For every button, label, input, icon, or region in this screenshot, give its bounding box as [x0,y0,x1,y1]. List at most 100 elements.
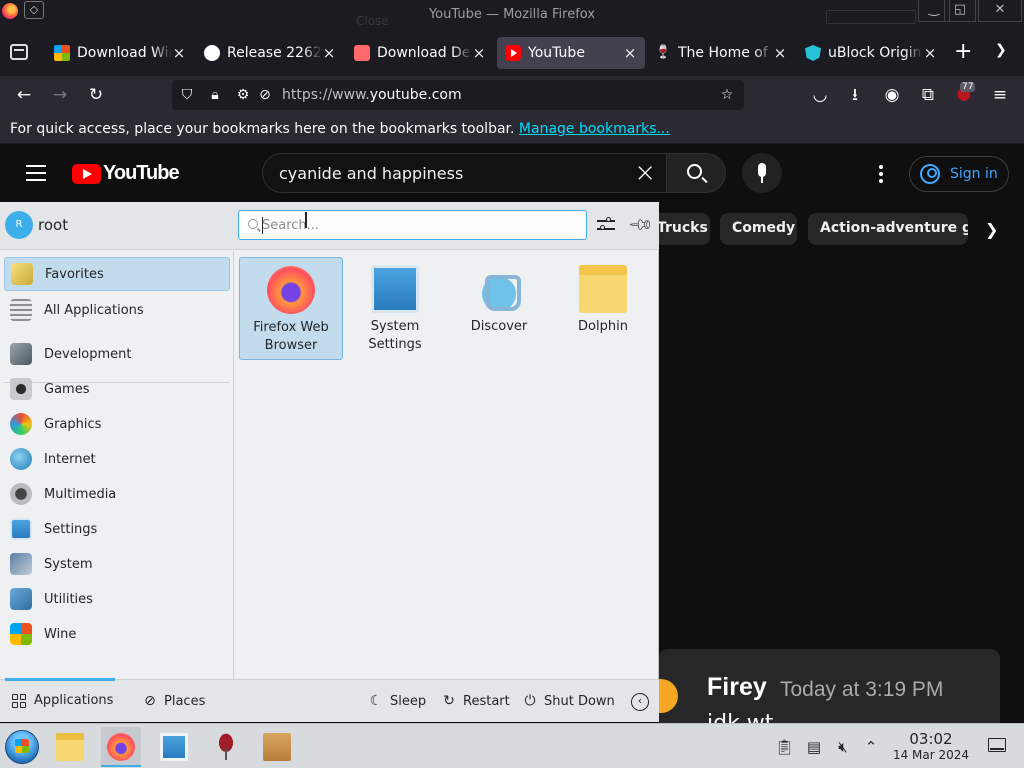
application-launcher-button[interactable] [5,730,39,764]
tab-applications[interactable]: Applications [12,693,113,708]
task-package[interactable] [257,727,297,767]
tab-youtube[interactable]: YouTube × [497,37,645,69]
tab-close-icon[interactable]: × [773,44,787,62]
back-icon[interactable]: ← [14,85,34,105]
autoplay-blocked-icon[interactable]: ⊘ [256,85,274,105]
firefox-icon [267,266,315,314]
maximize-button[interactable]: ◱ [944,0,976,22]
tab-release[interactable]: Release 2262 × [196,37,344,69]
tab-close-icon[interactable]: × [923,44,937,62]
youtube-search-input[interactable]: cyanide and happiness × [262,153,666,193]
launcher-search-input[interactable]: Search... [238,210,587,240]
digital-clock[interactable]: 03:02 14 Mar 2024 [886,731,976,763]
app-system-settings[interactable]: System Settings [343,257,447,360]
address-bar[interactable]: ⛉ 🔒︎ ⚙ ⊘ https://www.youtube.com ☆ [172,80,744,110]
tab-label: Release 2262 [227,45,322,61]
category-graphics[interactable]: Graphics [4,407,230,441]
forward-icon[interactable]: → [50,85,70,105]
wine-glass-icon [212,733,240,761]
task-wine[interactable] [206,727,246,767]
firefox-icon [107,733,135,761]
clipboard-icon[interactable]: 📋︎ [775,738,794,756]
search-icon [687,164,702,179]
bookmark-star-icon[interactable]: ☆ [718,85,736,105]
tab-close-icon[interactable]: × [472,44,486,62]
pocket-icon[interactable]: ◡ [810,85,830,105]
category-label: Multimedia [44,486,117,502]
active-tab-indicator [5,678,115,681]
chip-action-adventure[interactable]: Action-adventure games [808,213,968,245]
category-utilities[interactable]: Utilities [4,582,230,616]
category-system[interactable]: System [4,547,230,581]
category-wine[interactable]: Wine [4,617,230,651]
bookmarks-toolbar: For quick access, place your bookmarks h… [0,114,1024,144]
lock-icon[interactable]: 🔒︎ [206,85,224,105]
task-system-settings[interactable] [154,727,194,767]
user-avatar[interactable]: R [5,211,33,239]
category-settings[interactable]: Settings [4,512,230,546]
downloads-icon[interactable]: ⭳ [845,85,865,105]
show-desktop-icon[interactable] [988,738,1006,752]
clear-search-icon[interactable]: × [634,158,656,188]
notes-icon[interactable]: ▤ [805,738,823,756]
task-dolphin[interactable] [50,727,90,767]
leave-menu-icon[interactable]: ‹ [631,693,649,711]
settings-menu-icon[interactable] [879,165,883,186]
task-firefox[interactable] [101,727,141,767]
category-development[interactable]: Development [4,337,230,371]
tab-download-windows[interactable]: Download Windows × [46,37,194,69]
tracking-protection-icon[interactable]: ⛉ [178,85,196,105]
youtube-search-button[interactable] [666,153,726,193]
text-cursor-pointer [305,212,307,228]
tab-places[interactable]: ⊘ Places [142,693,205,709]
voice-search-icon[interactable] [742,153,782,193]
youtube-header: YouTube cyanide and happiness × Sign in [0,145,1024,201]
graphics-icon [10,413,32,435]
guide-menu-icon[interactable] [26,165,46,181]
app-menu-icon[interactable]: ≡ [990,85,1010,105]
category-all-applications[interactable]: All Applications [4,293,230,327]
pin-icon[interactable]: 📌︎ [627,211,655,239]
manage-bookmarks-link[interactable]: Manage bookmarks... [519,121,670,137]
volume-muted-icon[interactable]: 🔇︎ [834,738,852,756]
tab-wine-home[interactable]: 🍷 The Home of Wine × [647,37,795,69]
permissions-icon[interactable]: ⚙ [234,85,252,105]
category-multimedia[interactable]: Multimedia [4,477,230,511]
chips-next-icon[interactable]: ❯ [985,220,998,239]
youtube-logo[interactable]: YouTube [72,162,180,185]
category-games[interactable]: Games [4,372,230,406]
tab-close-icon[interactable]: × [172,44,186,62]
tab-label: Applications [34,693,114,708]
sleep-button[interactable]: ☾ Sleep [368,693,426,709]
sign-in-button[interactable]: Sign in [909,156,1009,192]
category-favorites[interactable]: Favorites [4,257,230,291]
development-icon [10,343,32,365]
tab-download-desktop[interactable]: Download Desktop × [346,37,494,69]
new-tab-button[interactable]: + [954,41,972,63]
tab-ublock[interactable]: uBlock Origin × [797,37,945,69]
close-window-button[interactable]: ✕ [978,0,1022,22]
system-settings-icon [371,265,419,313]
restart-button[interactable]: ↻ Restart [441,693,510,709]
configure-icon[interactable] [597,216,615,234]
url-prefix: https://www. [282,87,370,103]
reload-icon[interactable]: ↻ [86,85,106,105]
launcher-header: R root Search... 📌︎ [0,202,659,250]
account-icon[interactable]: ◉ [882,85,902,105]
chip-comedy[interactable]: Comedy [720,213,797,245]
firefox-view-icon[interactable] [10,44,28,60]
chevron-up-icon[interactable]: ⌃ [862,738,880,756]
tab-close-icon[interactable]: × [623,44,637,62]
category-internet[interactable]: Internet [4,442,230,476]
shutdown-button[interactable]: ⏻ Shut Down [522,693,614,709]
bookmarks-hint: For quick access, place your bookmarks h… [10,121,515,137]
list-all-tabs-icon[interactable]: ❯ [995,42,1007,58]
app-firefox[interactable]: Firefox Web Browser [239,257,343,360]
extensions-icon[interactable]: ⧉ [918,85,938,105]
app-label: Firefox Web Browser [253,320,329,353]
text-caret [262,217,263,234]
tab-close-icon[interactable]: × [322,44,336,62]
app-dolphin[interactable]: Dolphin [551,257,655,360]
app-discover[interactable]: Discover [447,257,551,360]
url-text[interactable]: https://www.youtube.com [282,87,462,103]
